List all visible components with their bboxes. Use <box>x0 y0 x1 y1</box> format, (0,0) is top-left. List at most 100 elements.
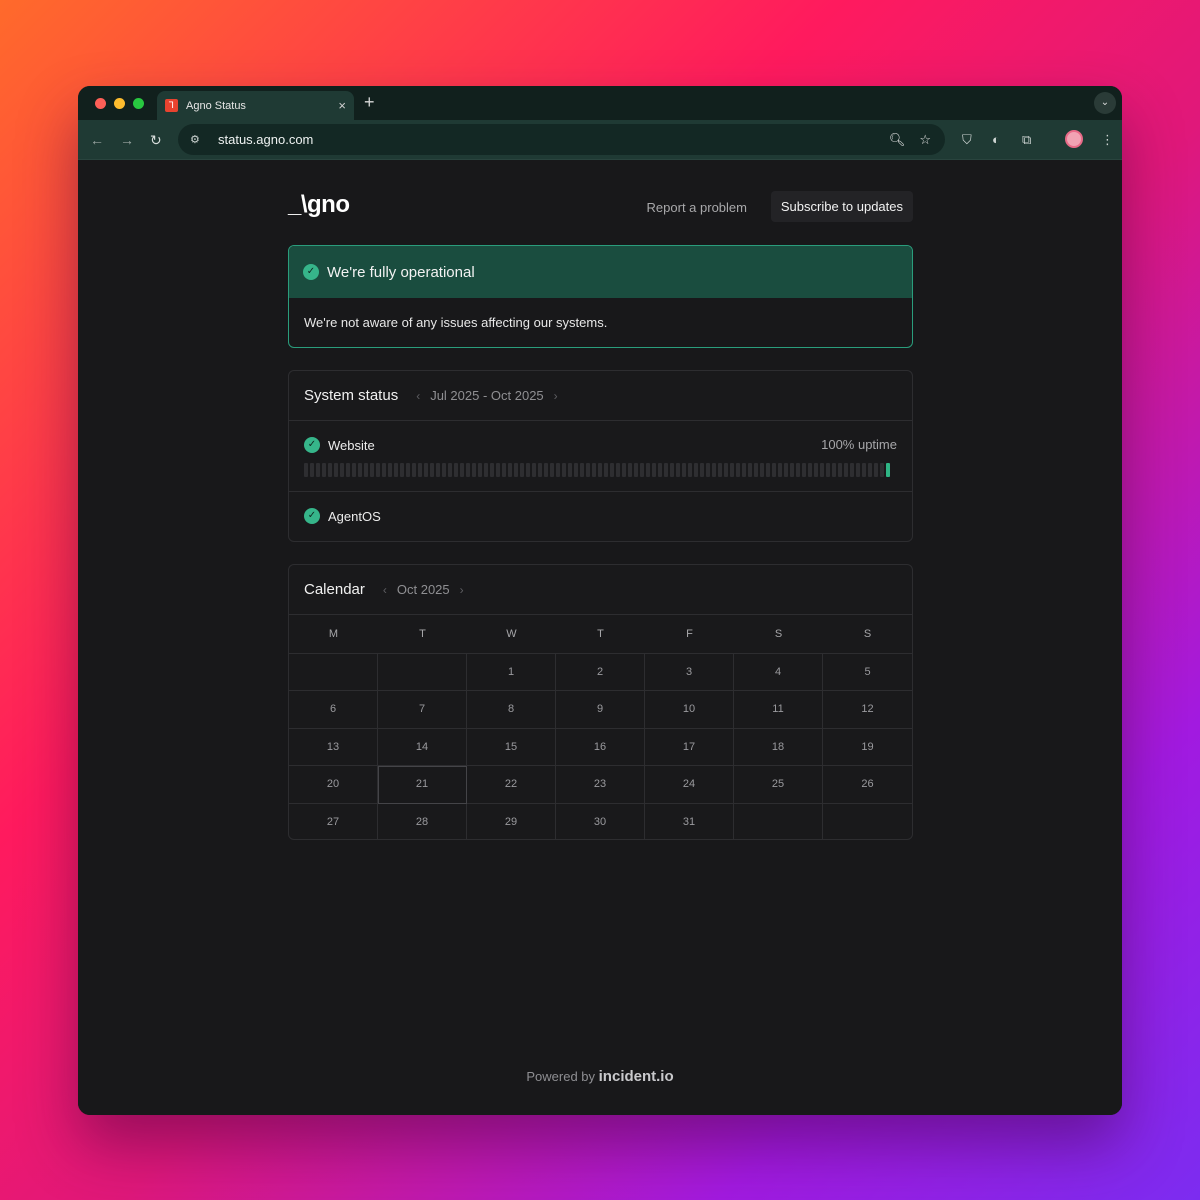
chevron-left-icon[interactable]: ‹ <box>383 583 387 597</box>
uptime-day-bar[interactable] <box>718 463 722 477</box>
uptime-day-bar[interactable] <box>526 463 530 477</box>
uptime-day-bar[interactable] <box>418 463 422 477</box>
uptime-day-bar[interactable] <box>886 463 890 477</box>
calendar-day[interactable]: 14 <box>378 728 467 767</box>
uptime-day-bar[interactable] <box>478 463 482 477</box>
calendar-day[interactable]: 4 <box>734 654 823 692</box>
uptime-day-bar[interactable] <box>616 463 620 477</box>
forward-arrow-icon[interactable]: → <box>120 132 134 148</box>
uptime-day-bar[interactable] <box>694 463 698 477</box>
calendar-day[interactable]: 24 <box>645 766 734 804</box>
uptime-day-bar[interactable] <box>520 463 524 477</box>
back-arrow-icon[interactable]: ← <box>90 132 104 148</box>
uptime-day-bar[interactable] <box>844 463 848 477</box>
uptime-day-bar[interactable] <box>304 463 308 477</box>
site-settings-icon[interactable]: ⚙ <box>190 133 208 146</box>
uptime-day-bar[interactable] <box>358 463 362 477</box>
uptime-day-bar[interactable] <box>628 463 632 477</box>
uptime-day-bar[interactable] <box>406 463 410 477</box>
uptime-day-bar[interactable] <box>388 463 392 477</box>
uptime-day-bar[interactable] <box>658 463 662 477</box>
uptime-day-bar[interactable] <box>394 463 398 477</box>
uptime-day-bar[interactable] <box>598 463 602 477</box>
profile-avatar[interactable] <box>1065 130 1083 148</box>
uptime-day-bar[interactable] <box>556 463 560 477</box>
uptime-day-bar[interactable] <box>310 463 314 477</box>
chevron-right-icon[interactable]: › <box>460 583 464 597</box>
uptime-day-bar[interactable] <box>736 463 740 477</box>
uptime-day-bar[interactable] <box>790 463 794 477</box>
tab-search-chevron-icon[interactable]: ⌄ <box>1094 92 1116 114</box>
calendar-day[interactable]: 3 <box>645 654 734 692</box>
calendar-day[interactable]: 17 <box>645 728 734 767</box>
uptime-day-bar[interactable] <box>550 463 554 477</box>
url-text[interactable]: status.agno.com <box>218 132 889 147</box>
uptime-day-bar[interactable] <box>508 463 512 477</box>
uptime-day-bar[interactable] <box>868 463 872 477</box>
uptime-day-bar[interactable] <box>328 463 332 477</box>
uptime-day-bar[interactable] <box>484 463 488 477</box>
uptime-day-bar[interactable] <box>322 463 326 477</box>
uptime-day-bar[interactable] <box>562 463 566 477</box>
uptime-day-bar[interactable] <box>772 463 776 477</box>
browser-menu-icon[interactable]: ⋮ <box>1101 132 1114 148</box>
zoom-icon[interactable]: 🔍︎ <box>889 132 906 148</box>
calendar-day[interactable]: 23 <box>556 766 645 804</box>
uptime-day-bar[interactable] <box>592 463 596 477</box>
calendar-day[interactable]: 12 <box>823 691 912 729</box>
uptime-day-bar[interactable] <box>784 463 788 477</box>
calendar-day[interactable]: 26 <box>823 766 912 804</box>
calendar-day[interactable]: 20 <box>289 766 378 804</box>
report-problem-link[interactable]: Report a problem <box>647 200 747 215</box>
extension-bird-icon[interactable]: ◐ <box>992 132 1000 147</box>
uptime-day-bar[interactable] <box>604 463 608 477</box>
uptime-day-bar[interactable] <box>652 463 656 477</box>
uptime-day-bar[interactable] <box>766 463 770 477</box>
uptime-day-bar[interactable] <box>436 463 440 477</box>
uptime-day-bar[interactable] <box>664 463 668 477</box>
incident-io-logo[interactable]: incident.io <box>599 1068 674 1085</box>
tab-close-icon[interactable]: × <box>338 98 346 113</box>
uptime-day-bar[interactable] <box>454 463 458 477</box>
uptime-day-bar[interactable] <box>316 463 320 477</box>
uptime-day-bar[interactable] <box>448 463 452 477</box>
uptime-day-bar[interactable] <box>874 463 878 477</box>
close-window-button[interactable] <box>95 98 106 109</box>
calendar-day[interactable]: 31 <box>645 803 734 839</box>
subscribe-button[interactable]: Subscribe to updates <box>770 191 913 222</box>
uptime-day-bar[interactable] <box>850 463 854 477</box>
uptime-day-bar[interactable] <box>634 463 638 477</box>
uptime-day-bar[interactable] <box>682 463 686 477</box>
uptime-day-bar[interactable] <box>544 463 548 477</box>
bookmark-star-icon[interactable]: ☆ <box>919 132 931 148</box>
uptime-day-bar[interactable] <box>400 463 404 477</box>
uptime-day-bar[interactable] <box>820 463 824 477</box>
calendar-day[interactable]: 1 <box>467 654 556 692</box>
calendar-day[interactable]: 9 <box>556 691 645 729</box>
chevron-left-icon[interactable]: ‹ <box>416 389 420 403</box>
uptime-day-bar[interactable] <box>502 463 506 477</box>
uptime-day-bar[interactable] <box>640 463 644 477</box>
calendar-day[interactable]: 18 <box>734 728 823 767</box>
uptime-day-bar[interactable] <box>814 463 818 477</box>
uptime-day-bar[interactable] <box>802 463 806 477</box>
uptime-day-bar[interactable] <box>580 463 584 477</box>
calendar-day[interactable]: 2 <box>556 654 645 692</box>
uptime-day-bar[interactable] <box>706 463 710 477</box>
calendar-day[interactable]: 21 <box>378 766 467 804</box>
uptime-day-bar[interactable] <box>742 463 746 477</box>
minimize-window-button[interactable] <box>114 98 125 109</box>
uptime-day-bar[interactable] <box>490 463 494 477</box>
uptime-day-bar[interactable] <box>346 463 350 477</box>
uptime-day-bar[interactable] <box>670 463 674 477</box>
uptime-day-bar[interactable] <box>676 463 680 477</box>
calendar-day[interactable]: 29 <box>467 803 556 839</box>
uptime-day-bar[interactable] <box>724 463 728 477</box>
uptime-day-bar[interactable] <box>412 463 416 477</box>
uptime-day-bar[interactable] <box>622 463 626 477</box>
uptime-day-bar[interactable] <box>832 463 836 477</box>
calendar-day[interactable]: 19 <box>823 729 912 767</box>
calendar-day[interactable]: 6 <box>289 691 378 729</box>
uptime-day-bar[interactable] <box>712 463 716 477</box>
uptime-day-bar[interactable] <box>334 463 338 477</box>
